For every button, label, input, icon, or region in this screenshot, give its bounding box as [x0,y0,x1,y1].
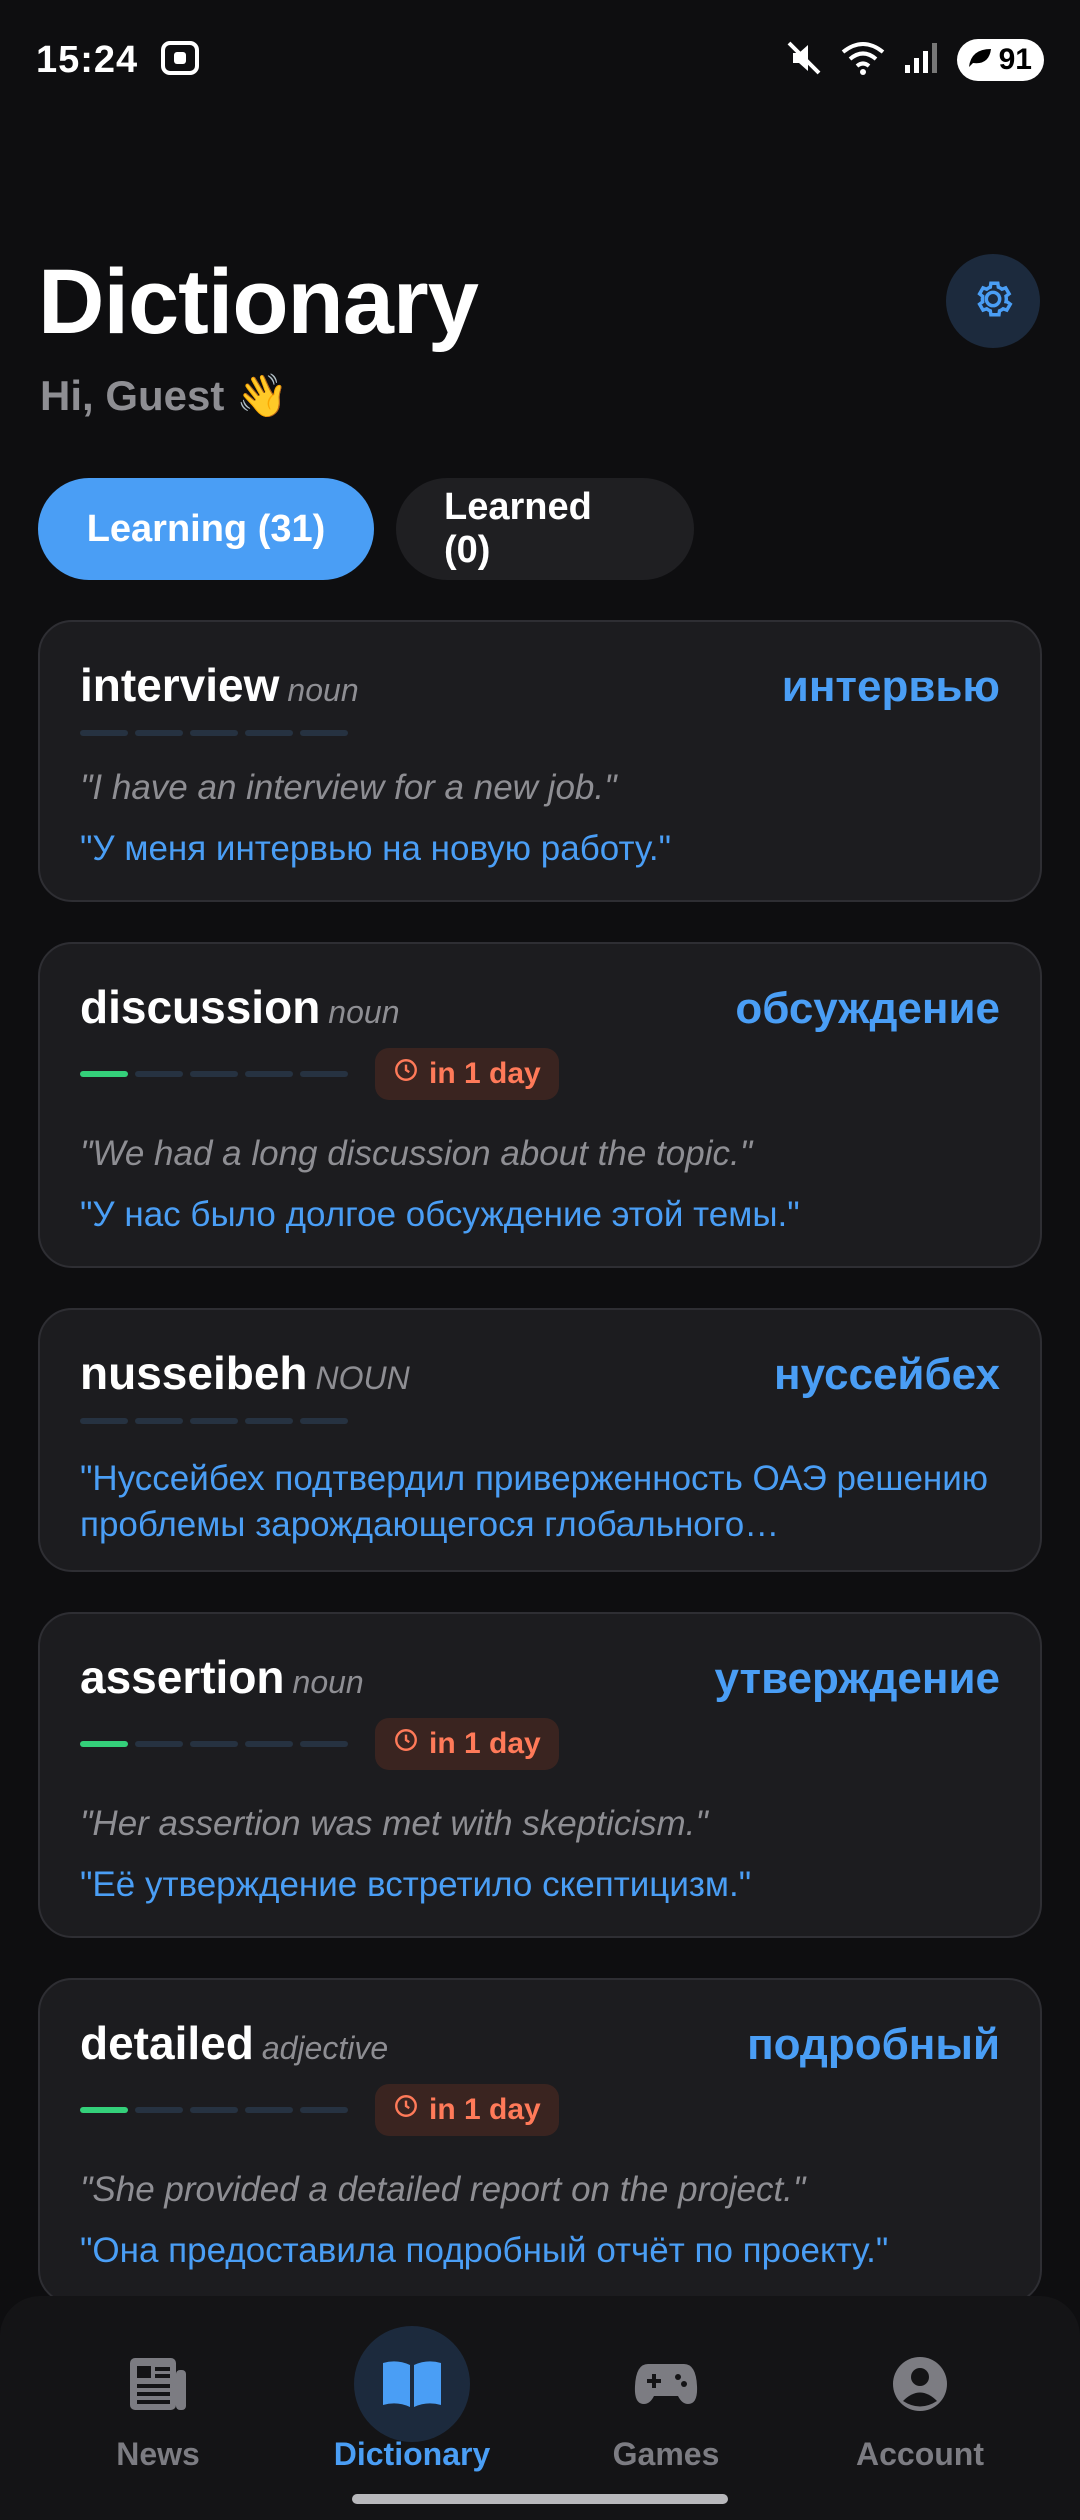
card-word: nusseibeh [80,1347,308,1399]
settings-button[interactable] [946,254,1040,348]
progress-segment [190,2107,238,2113]
status-time: 15:24 [36,38,139,81]
word-card[interactable]: detailed adjective подробный in 1 day "Sh… [38,1978,1042,2304]
card-pos: noun [328,994,400,1030]
progress-segment [300,1418,348,1424]
progress-segment [190,1741,238,1747]
due-badge: in 1 day [375,2084,559,2136]
progress-segment [300,2107,348,2113]
progress-segment [245,730,293,736]
due-badge: in 1 day [375,1048,559,1100]
nav-dictionary[interactable]: Dictionary [312,2326,512,2473]
example-english: "Her assertion was met with skepticism." [80,1804,708,1843]
example-russian: "Её утверждение встретило скептицизм." [80,1865,752,1904]
example-english: "I have an interview for a new job." [80,768,617,807]
progress-segment [135,1071,183,1077]
page-title: Dictionary [38,251,479,353]
progress-segment [80,1741,128,1747]
word-card[interactable]: nusseibeh NOUN нуссейбех "Нуссейбех подтв… [38,1308,1042,1572]
gear-icon [970,276,1016,327]
battery-indicator: 91 [956,39,1044,81]
card-translation: утверждение [714,1654,1000,1703]
progress-segment [135,2107,183,2113]
progress-segment [245,1418,293,1424]
example-english: "She provided a detailed report on the p… [80,2170,806,2209]
progress-segment [300,1741,348,1747]
screenshot-icon [160,40,200,81]
greeting: Hi, Guest 👋 [40,372,289,419]
example-russian: "Она предоставила подробный отчёт по про… [80,2231,889,2270]
card-word: interview [80,659,280,711]
home-indicator[interactable] [352,2494,728,2504]
card-pos: NOUN [315,1360,410,1396]
card-translation: нуссейбех [774,1350,1000,1399]
card-word: assertion [80,1651,285,1703]
example-russian: "У нас было долгое обсуждение этой темы.… [80,1195,800,1234]
due-text: in 1 day [429,2093,541,2126]
progress-segment [300,730,348,736]
nav-label: Games [612,2436,720,2472]
progress-bar [80,1418,355,1424]
card-translation: обсуждение [735,984,1000,1033]
tab-learned[interactable]: Learned (0) [396,478,694,580]
progress-segment [80,1418,128,1424]
progress-bar: in 1 day [80,1718,559,1770]
progress-bar: in 1 day [80,2084,559,2136]
nav-games[interactable]: Games [566,2326,766,2473]
wifi-icon [841,40,885,81]
progress-bar: in 1 day [80,1048,559,1100]
book-icon [354,2326,470,2442]
tab-bar: Learning (31) Learned (0) [38,478,694,580]
word-card[interactable]: interview noun интервью "I have an interv… [38,620,1042,902]
progress-segment [190,1418,238,1424]
bottom-nav: News Dictionary Games Account [0,2296,1080,2520]
card-translation: интервью [781,662,1000,711]
progress-segment [80,1071,128,1077]
progress-segment [135,1741,183,1747]
clock-icon [393,2093,419,2127]
progress-segment [135,1418,183,1424]
signal-icon [903,41,939,80]
progress-segment [190,730,238,736]
tab-learning[interactable]: Learning (31) [38,478,374,580]
card-word: detailed [80,2017,254,2069]
clock-icon [393,1727,419,1761]
card-pos: adjective [261,2030,389,2066]
progress-segment [190,1071,238,1077]
card-pos: noun [287,672,359,708]
nav-account[interactable]: Account [820,2326,1020,2473]
progress-segment [245,2107,293,2113]
progress-segment [245,1741,293,1747]
leaf-icon [967,43,993,77]
battery-level: 91 [998,43,1032,76]
clock-icon [393,1057,419,1091]
progress-segment [80,730,128,736]
nav-label: News [116,2436,200,2472]
status-bar: 15:24 91 [0,0,1080,120]
due-text: in 1 day [429,1057,541,1090]
word-card[interactable]: discussion noun обсуждение in 1 day "We h… [38,942,1042,1268]
gamepad-icon [608,2326,724,2442]
progress-segment [300,1071,348,1077]
due-text: in 1 day [429,1727,541,1760]
card-word: discussion [80,981,321,1033]
card-pos: noun [292,1664,364,1700]
example-english: "We had a long discussion about the topi… [80,1134,753,1173]
nav-news[interactable]: News [58,2326,258,2473]
nav-label: Account [856,2436,984,2472]
progress-segment [135,730,183,736]
mute-icon [785,39,823,82]
progress-segment [245,1071,293,1077]
due-badge: in 1 day [375,1718,559,1770]
nav-label: Dictionary [333,2436,491,2472]
progress-segment [80,2107,128,2113]
progress-bar [80,730,355,736]
word-card[interactable]: assertion noun утверждение in 1 day "Her … [38,1612,1042,1938]
card-translation: подробный [747,2020,1000,2069]
news-icon [100,2326,216,2442]
example-russian: "Нуссейбех подтвердил приверженность ОАЭ… [80,1459,989,1544]
account-icon [862,2326,978,2442]
example-russian: "У меня интервью на новую работу." [80,829,672,868]
